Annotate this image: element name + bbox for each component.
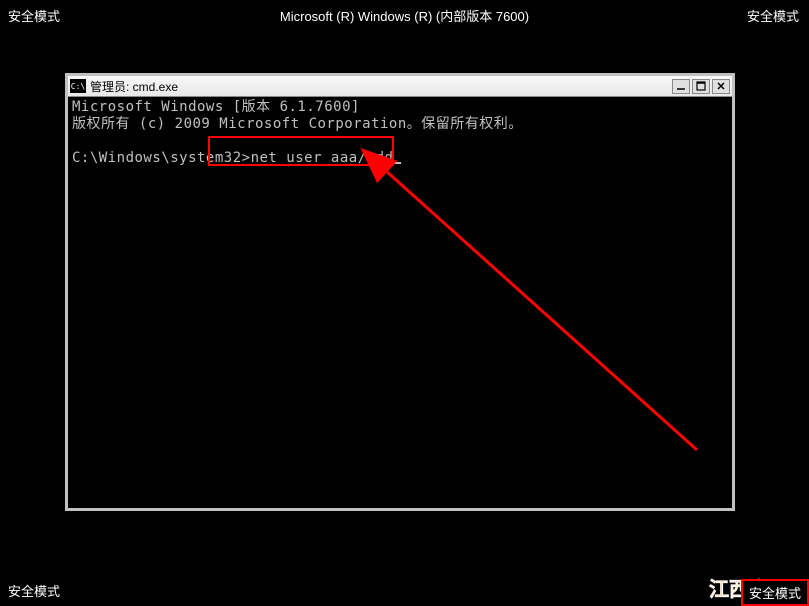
safe-mode-label-bottom-left: 安全模式 [8,581,60,600]
maximize-button[interactable] [692,79,710,94]
cmd-window[interactable]: C:\ 管理员: cmd.exe Microsoft Windows [版本 6… [65,73,735,511]
cmd-output-area[interactable]: Microsoft Windows [版本 6.1.7600] 版权所有 (c)… [68,97,732,508]
cmd-command-text: net user aaa/add [251,150,394,166]
safe-mode-label-top-right: 安全模式 [747,6,799,25]
window-title: 管理员: cmd.exe [90,78,672,95]
safe-mode-label-top-left: 安全模式 [8,6,60,25]
close-button[interactable] [712,79,730,94]
cmd-copyright-line: 版权所有 (c) 2009 Microsoft Corporation。保留所有… [72,116,523,132]
windows-build-label: Microsoft (R) Windows (R) (内部版本 7600) [280,6,529,25]
cmd-version-line: Microsoft Windows [版本 6.1.7600] [72,99,360,115]
window-titlebar[interactable]: C:\ 管理员: cmd.exe [68,76,732,97]
safe-mode-label-bottom-right-boxed: 安全模式 [741,579,809,606]
minimize-button[interactable] [672,79,690,94]
cmd-icon: C:\ [70,79,86,93]
text-cursor [393,162,401,164]
cmd-prompt: C:\Windows\system32> [72,150,251,166]
